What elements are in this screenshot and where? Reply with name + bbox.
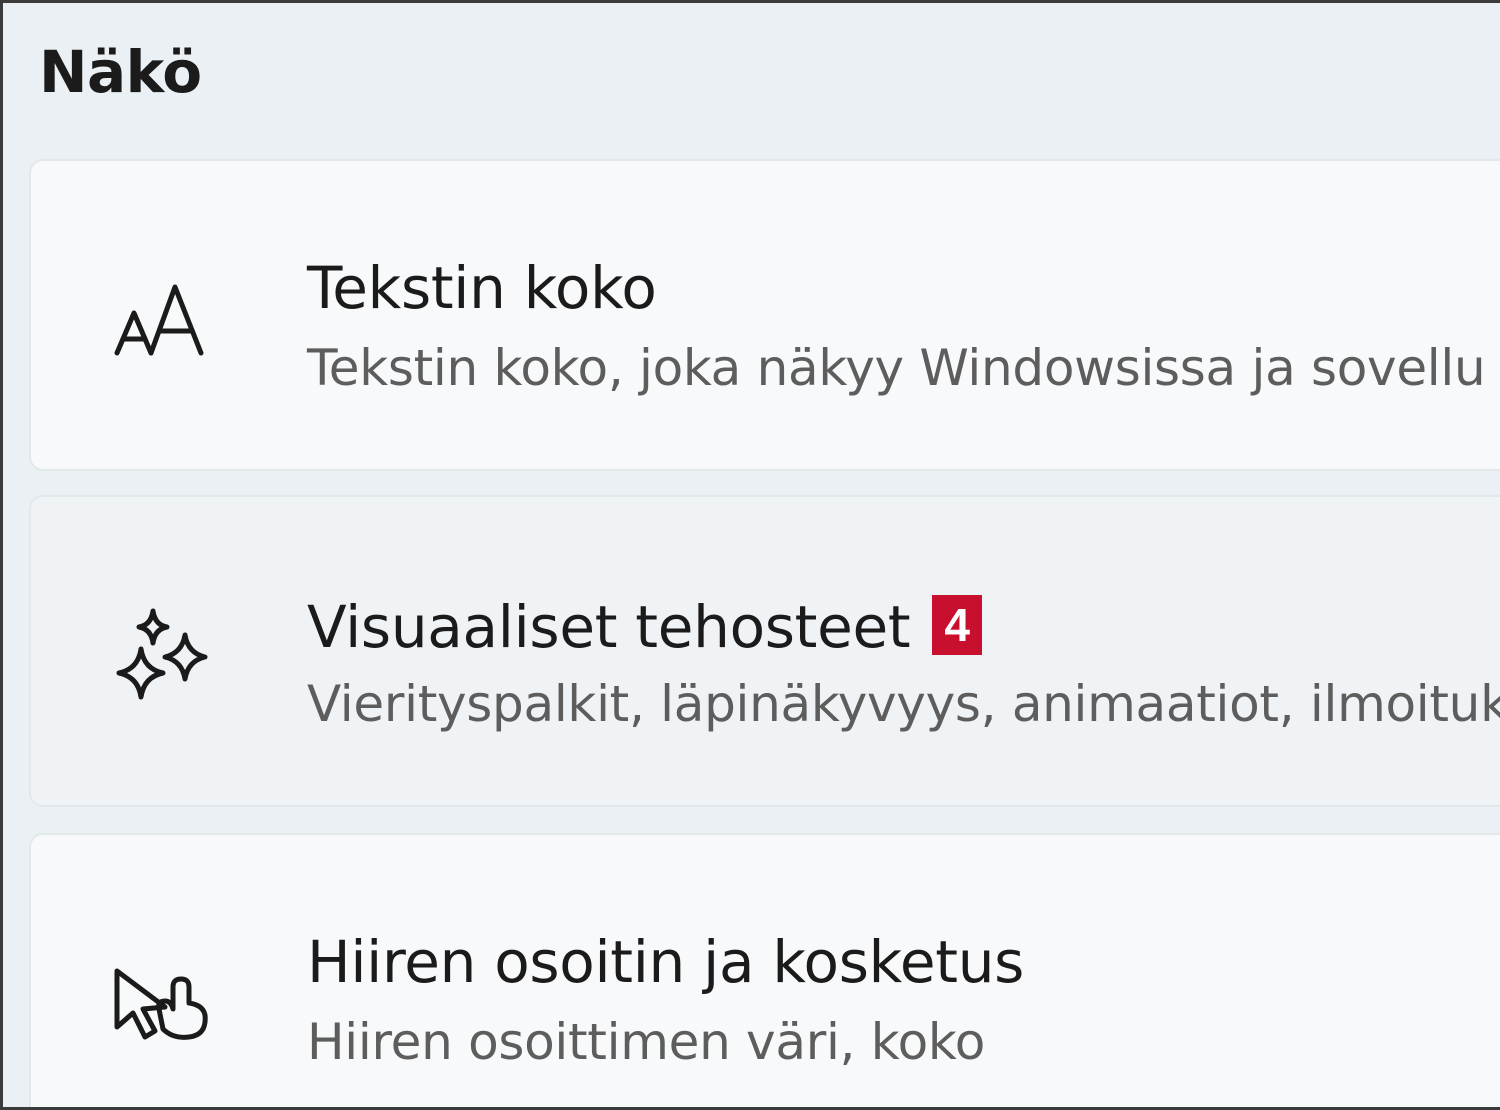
setting-description: Vierityspalkit, läpinäkyvyys, animaatiot… bbox=[307, 675, 1500, 733]
text-size-icon bbox=[111, 269, 211, 369]
count-badge: 4 bbox=[932, 595, 982, 655]
setting-mouse-pointer-touch[interactable]: Hiiren osoitin ja kosketus Hiiren osoitt… bbox=[29, 833, 1500, 1107]
setting-description: Hiiren osoittimen väri, koko bbox=[307, 1013, 986, 1071]
setting-title: Visuaaliset tehosteet 4 bbox=[307, 595, 982, 656]
sparkle-icon bbox=[111, 605, 211, 705]
setting-description: Tekstin koko, joka näkyy Windowsissa ja … bbox=[307, 339, 1486, 397]
setting-title-text: Visuaaliset tehosteet bbox=[307, 593, 911, 661]
settings-window: Näkö Tekstin koko Tekstin koko, joka näk… bbox=[0, 0, 1500, 1110]
setting-title: Tekstin koko bbox=[307, 254, 657, 322]
section-title: Näkö bbox=[39, 38, 202, 106]
setting-text-size[interactable]: Tekstin koko Tekstin koko, joka näkyy Wi… bbox=[29, 159, 1500, 471]
setting-title: Hiiren osoitin ja kosketus bbox=[307, 928, 1025, 996]
setting-visual-effects[interactable]: Visuaaliset tehosteet 4 Vierityspalkit, l… bbox=[29, 495, 1500, 807]
mouse-pointer-touch-icon bbox=[111, 943, 211, 1043]
